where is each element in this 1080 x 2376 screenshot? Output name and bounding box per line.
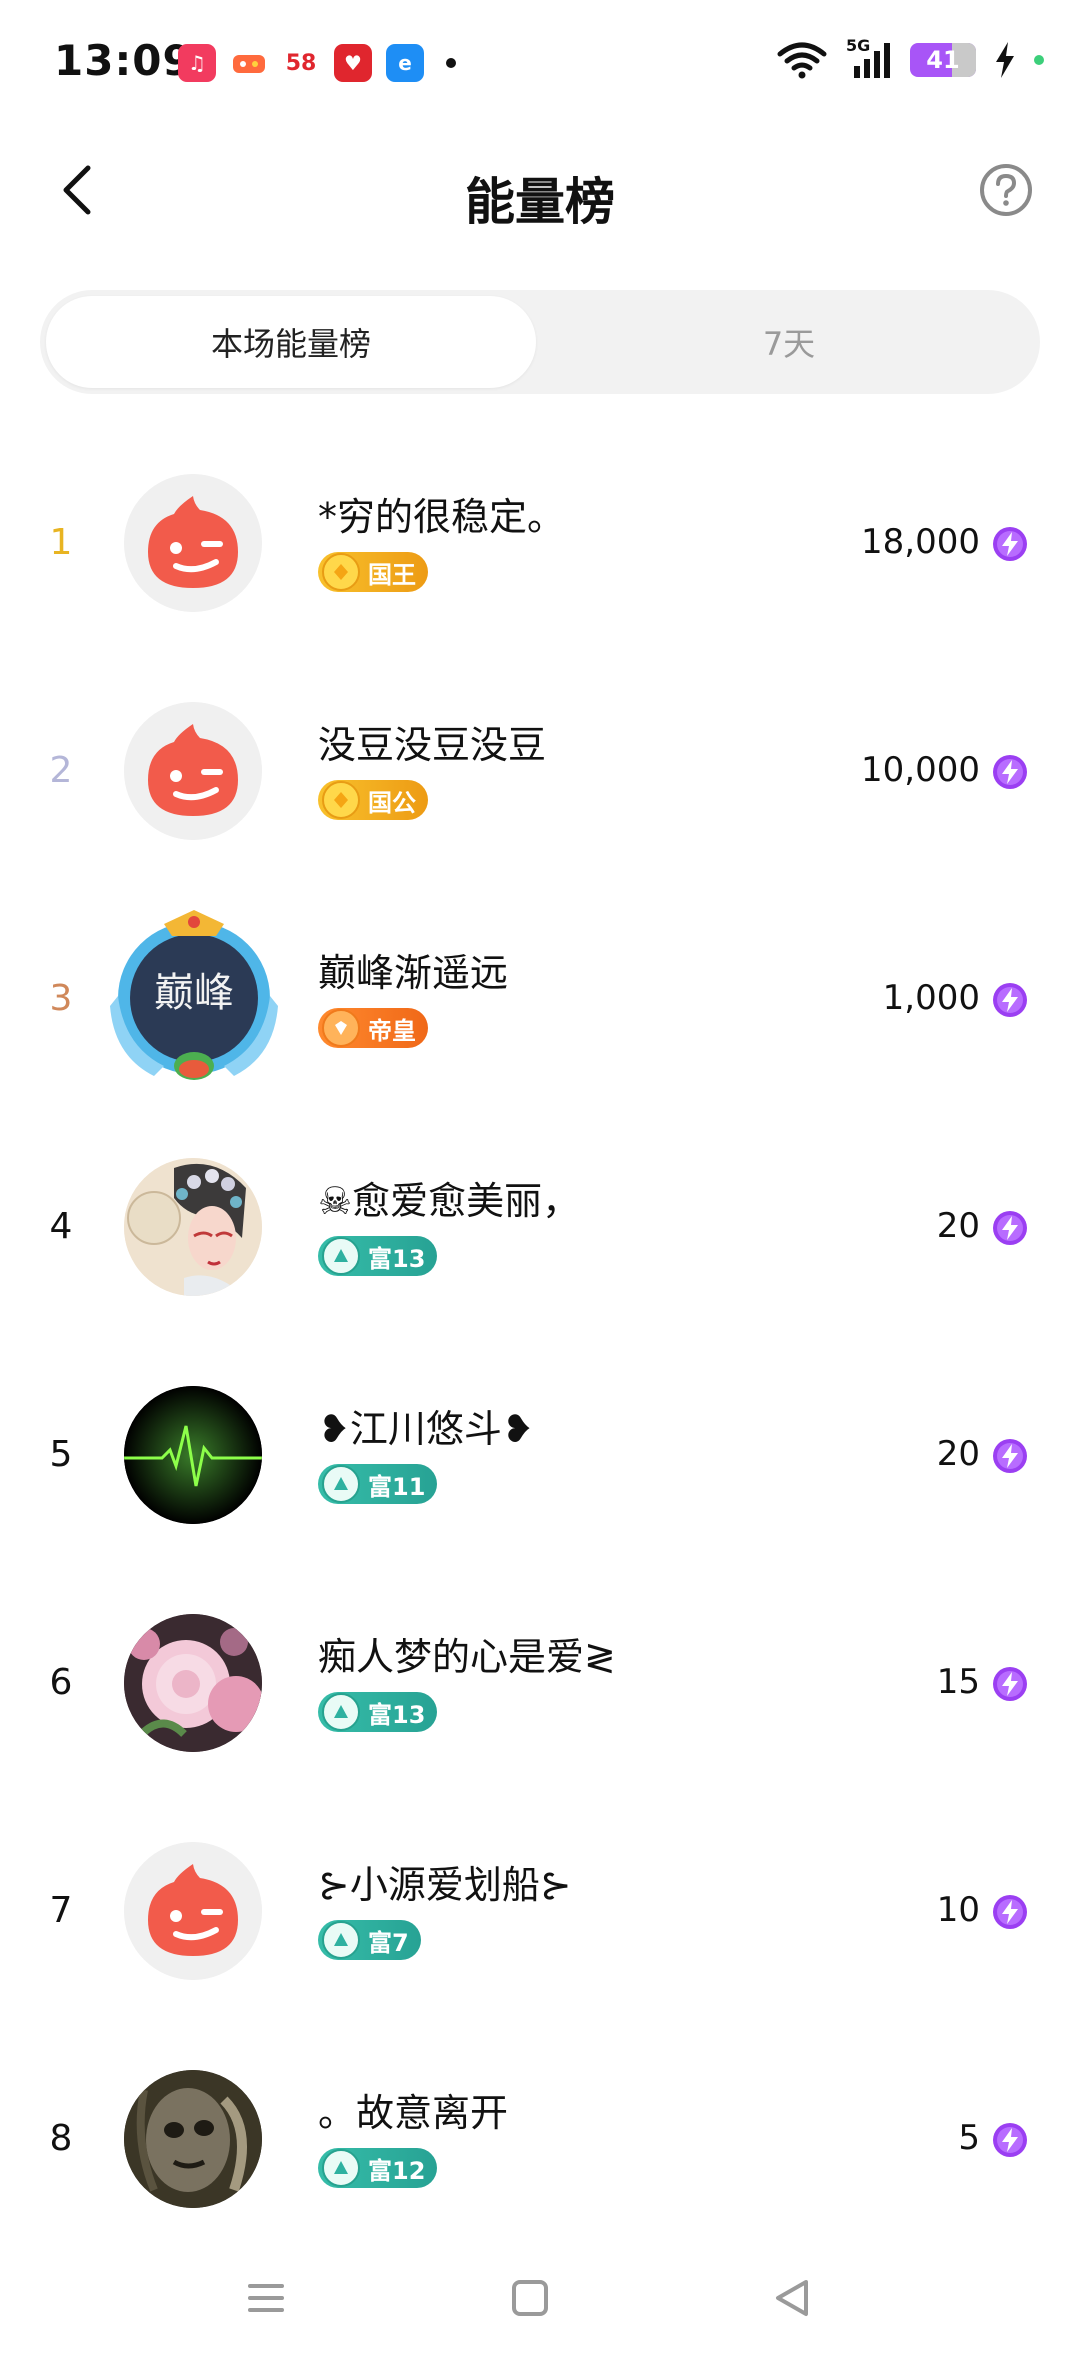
level-badge: 国王 bbox=[318, 552, 428, 592]
default-avatar[interactable] bbox=[124, 474, 262, 612]
user-name: *穷的很稳定。 bbox=[318, 495, 566, 539]
rank-number: 7 bbox=[49, 1890, 73, 1931]
tab-7-days[interactable]: 7天 bbox=[544, 296, 1034, 388]
leaderboard-row[interactable]: 1 *穷的很稳定。 国王 18,000 bbox=[0, 430, 1080, 658]
default-avatar[interactable] bbox=[124, 1842, 262, 1980]
leaderboard-row[interactable]: 7 ⊱小源爱划船⊱ 富7 10 bbox=[0, 1798, 1080, 2026]
energy-bolt-icon bbox=[993, 1667, 1027, 1701]
user-name: 巅峰渐遥远 bbox=[318, 951, 509, 995]
rank-number: 3 bbox=[49, 978, 73, 1019]
user-name: ❥江川悠斗❥ bbox=[318, 1407, 534, 1451]
level-badge: 富7 bbox=[318, 1920, 421, 1960]
level-badge: 帝皇 bbox=[318, 1008, 428, 1048]
system-icons: 5G 41 bbox=[776, 36, 1044, 80]
page-header: 能量榜 bbox=[0, 140, 1080, 240]
energy-bolt-icon bbox=[993, 755, 1027, 789]
home-square-icon[interactable] bbox=[500, 2268, 560, 2328]
58-app-icon: 58 bbox=[282, 44, 320, 82]
triangle-badge-icon bbox=[322, 1921, 360, 1959]
menu-icon[interactable] bbox=[236, 2268, 296, 2328]
status-bar: 13:09 ♫ 58 ♥ e 5G 41 bbox=[0, 0, 1080, 120]
energy-score: 18,000 bbox=[861, 522, 980, 562]
energy-score: 10,000 bbox=[861, 750, 980, 790]
status-time: 13:09 bbox=[54, 36, 193, 85]
notification-icons: ♫ 58 ♥ e bbox=[178, 44, 456, 82]
crown-badge-icon bbox=[322, 781, 360, 819]
avatar-text: 巅峰 bbox=[154, 970, 234, 1016]
triangle-badge-icon bbox=[322, 1693, 360, 1731]
frame-avatar[interactable]: 巅峰 bbox=[104, 906, 284, 1086]
dark-avatar[interactable] bbox=[124, 2070, 262, 2208]
battery-icon: 41 bbox=[910, 43, 976, 77]
rank-number: 5 bbox=[49, 1434, 73, 1475]
level-badge: 国公 bbox=[318, 780, 428, 820]
tab-current-session[interactable]: 本场能量榜 bbox=[46, 296, 536, 388]
energy-bolt-icon bbox=[993, 1211, 1027, 1245]
crown-badge-icon bbox=[322, 553, 360, 591]
help-question-icon[interactable] bbox=[978, 162, 1034, 218]
user-name: ⊱小源爱划船⊱ bbox=[318, 1863, 572, 1907]
charging-bolt-icon bbox=[996, 42, 1014, 78]
rank-number: 1 bbox=[49, 522, 73, 563]
page-title: 能量榜 bbox=[465, 173, 615, 231]
user-name: 痴人梦的心是爱≷ bbox=[318, 1635, 616, 1679]
level-badge: 富13 bbox=[318, 1236, 438, 1276]
triangle-badge-icon bbox=[322, 2149, 360, 2187]
rank-number: 6 bbox=[49, 1662, 73, 1703]
triangle-badge-icon bbox=[322, 1465, 360, 1503]
user-name: 。故意离开 bbox=[318, 2091, 509, 2135]
opera-avatar[interactable] bbox=[124, 1158, 262, 1296]
e-app-icon: e bbox=[386, 44, 424, 82]
privacy-indicator-dot bbox=[1034, 55, 1044, 65]
level-badge: 富12 bbox=[318, 2148, 438, 2188]
leaderboard-row[interactable]: 5 ❥江川悠斗❥ 富11 20 bbox=[0, 1342, 1080, 1570]
wifi-icon bbox=[777, 42, 827, 79]
rank-number: 4 bbox=[49, 1206, 73, 1247]
user-name: 没豆没豆没豆 bbox=[318, 723, 547, 767]
level-badge: 富13 bbox=[318, 1692, 438, 1732]
signal-icon: 5G bbox=[846, 36, 892, 80]
more-notifications-dot bbox=[446, 58, 456, 68]
energy-bolt-icon bbox=[993, 1439, 1027, 1473]
triangle-badge-icon bbox=[322, 1237, 360, 1275]
back-triangle-icon[interactable] bbox=[762, 2268, 822, 2328]
level-badge: 富11 bbox=[318, 1464, 438, 1504]
leaderboard-row[interactable]: 8 。故意离开 富12 5 bbox=[0, 2026, 1080, 2254]
heartbeat-avatar[interactable] bbox=[124, 1386, 262, 1524]
leaderboard-row[interactable]: 6 痴人梦的心是爱≷ 富13 15 bbox=[0, 1570, 1080, 1798]
ranking-tabs: 本场能量榜 7天 bbox=[40, 290, 1040, 394]
leaderboard-row[interactable]: 3 巅峰 巅峰渐遥远 帝皇 1,000 bbox=[0, 886, 1080, 1114]
rank-number: 2 bbox=[49, 750, 73, 791]
system-nav-bar bbox=[0, 2230, 1080, 2376]
energy-score: 20 bbox=[936, 1434, 980, 1474]
game-app-icon bbox=[230, 44, 268, 82]
shopping-app-icon: ♥ bbox=[334, 44, 372, 82]
leaderboard-row[interactable]: 2 没豆没豆没豆 国公 10,000 bbox=[0, 658, 1080, 886]
energy-bolt-icon bbox=[993, 1895, 1027, 1929]
flower-avatar[interactable] bbox=[124, 1614, 262, 1752]
energy-score: 15 bbox=[936, 1662, 980, 1702]
energy-score: 1,000 bbox=[882, 978, 980, 1018]
energy-score: 20 bbox=[936, 1206, 980, 1246]
energy-bolt-icon bbox=[993, 527, 1027, 561]
leaderboard-row[interactable]: 4 ☠愈爱愈美丽， 富13 20 bbox=[0, 1114, 1080, 1342]
default-avatar[interactable] bbox=[124, 702, 262, 840]
energy-bolt-icon bbox=[993, 2123, 1027, 2157]
rank-number: 8 bbox=[49, 2118, 73, 2159]
diamond-badge-icon bbox=[322, 1009, 360, 1047]
music-app-icon: ♫ bbox=[178, 44, 216, 82]
energy-score: 10 bbox=[936, 1890, 980, 1930]
user-name: ☠愈爱愈美丽， bbox=[318, 1179, 581, 1223]
energy-bolt-icon bbox=[993, 983, 1027, 1017]
energy-score: 5 bbox=[958, 2118, 980, 2158]
